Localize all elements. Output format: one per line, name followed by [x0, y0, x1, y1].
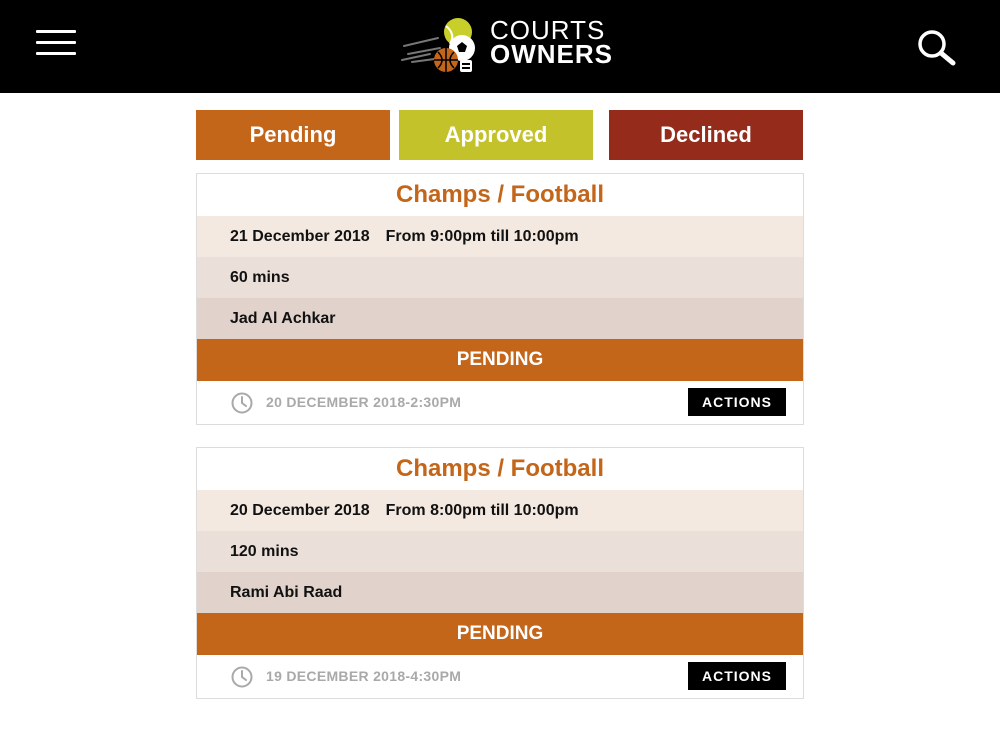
booking-duration: 60 mins	[197, 257, 803, 298]
booking-duration: 120 mins	[197, 531, 803, 572]
actions-button[interactable]: ACTIONS	[688, 662, 786, 690]
top-header: COURTS OWNERS	[0, 0, 1000, 93]
booking-title: Champs / Football	[395, 181, 604, 208]
search-icon[interactable]	[916, 28, 956, 68]
logo-wordmark: COURTS OWNERS	[490, 17, 613, 69]
sports-balls-logo-icon	[401, 18, 475, 72]
booking-date: 20 December 2018	[230, 501, 370, 519]
app-logo[interactable]: COURTS OWNERS	[400, 16, 613, 76]
tab-pending[interactable]: Pending	[196, 110, 390, 160]
booking-card: Champs / Football 20 December 2018 From …	[196, 447, 804, 699]
booking-card: Champs / Football 21 December 2018 From …	[196, 173, 804, 425]
clock-icon	[231, 392, 253, 414]
booking-date: 21 December 2018	[230, 227, 370, 245]
tab-declined[interactable]: Declined	[609, 110, 803, 160]
logo-line-2: OWNERS	[490, 39, 613, 69]
booking-footer: 19 DECEMBER 2018-4:30PM ACTIONS	[197, 655, 803, 699]
booking-footer: 20 DECEMBER 2018-2:30PM ACTIONS	[197, 381, 803, 425]
booking-title: Champs / Football	[395, 455, 604, 482]
hamburger-menu-icon[interactable]	[36, 30, 78, 58]
booking-datetime-row: 20 December 2018 From 8:00pm till 10:00p…	[197, 490, 803, 531]
booking-time: From 9:00pm till 10:00pm	[385, 227, 579, 245]
booking-created-timestamp: 19 DECEMBER 2018-4:30PM	[266, 668, 462, 684]
booking-status: PENDING	[197, 339, 803, 381]
booking-status: PENDING	[197, 613, 803, 655]
clock-icon	[231, 666, 253, 688]
tab-approved[interactable]: Approved	[399, 110, 593, 160]
booking-customer: Jad Al Achkar	[197, 298, 803, 339]
booking-created-timestamp: 20 DECEMBER 2018-2:30PM	[266, 394, 462, 410]
booking-datetime-row: 21 December 2018 From 9:00pm till 10:00p…	[197, 216, 803, 257]
actions-button[interactable]: ACTIONS	[688, 388, 786, 416]
booking-time: From 8:00pm till 10:00pm	[385, 501, 579, 519]
booking-customer: Rami Abi Raad	[197, 572, 803, 613]
